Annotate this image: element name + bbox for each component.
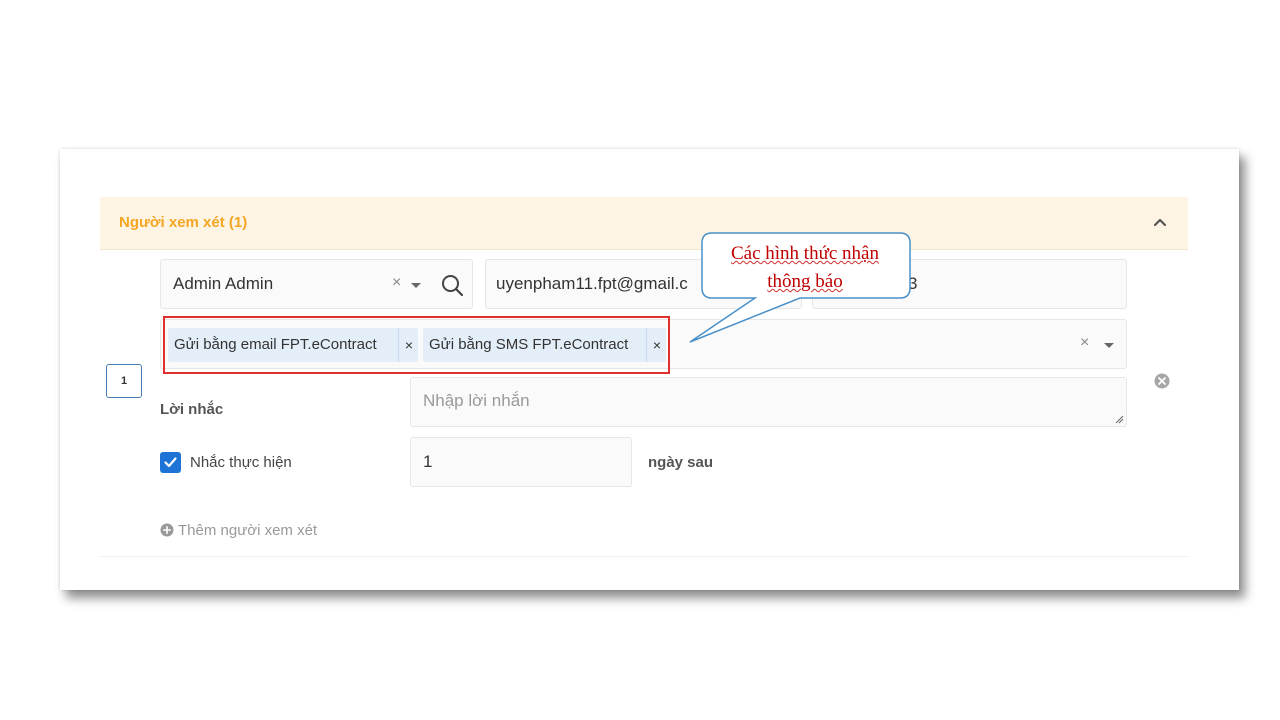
message-textarea[interactable]: Nhập lời nhắn	[410, 377, 1127, 427]
tag-sms-label: Gửi bằng SMS FPT.eContract	[429, 336, 629, 353]
reminder-checkbox[interactable]	[160, 452, 181, 473]
reminder-days-input[interactable]: 1	[410, 437, 632, 487]
add-reviewer-link[interactable]: Thêm người xem xét	[160, 522, 317, 539]
row-number: 1	[106, 364, 142, 398]
add-reviewer-label: Thêm người xem xét	[178, 522, 318, 539]
close-icon[interactable]: ×	[392, 274, 401, 292]
resize-handle-icon[interactable]	[1115, 415, 1124, 424]
plus-circle-icon	[160, 523, 174, 537]
search-icon[interactable]	[441, 274, 463, 296]
reminder-enable-label: Nhắc thực hiện	[190, 454, 292, 471]
caret-down-icon[interactable]	[411, 283, 421, 288]
message-placeholder: Nhập lời nhắn	[423, 391, 530, 410]
callout-text: Các hình thức nhận thông báo	[700, 240, 910, 296]
section-title: Người xem xét (1)	[119, 214, 248, 231]
divider	[100, 556, 1188, 557]
reviewer-name-value: Admin Admin	[173, 274, 274, 293]
days-suffix-label: ngày sau	[648, 454, 714, 471]
reviewer-email-value: uyenpham11.fpt@gmail.c	[496, 274, 688, 293]
section-header[interactable]: Người xem xét (1)	[100, 197, 1188, 250]
reminder-days-value: 1	[423, 452, 433, 471]
tag-sms: Gửi bằng SMS FPT.eContract ×	[423, 328, 666, 362]
callout-line-2: thông báo	[767, 271, 843, 292]
caret-down-icon[interactable]	[1104, 343, 1114, 348]
close-icon[interactable]: ×	[1080, 334, 1089, 352]
tag-sms-remove-icon[interactable]: ×	[646, 328, 667, 362]
tag-email-remove-icon[interactable]: ×	[398, 328, 419, 362]
reviewer-card: Người xem xét (1) Admin Admin × uyenpham…	[60, 149, 1239, 590]
callout-line-1: Các hình thức nhận	[730, 243, 879, 264]
tag-email: Gửi bằng email FPT.eContract ×	[168, 328, 418, 362]
check-icon	[164, 457, 177, 468]
notification-methods-select[interactable]: Gửi bằng email FPT.eContract × Gửi bằng …	[160, 319, 1127, 369]
tag-email-label: Gửi bằng email FPT.eContract	[174, 336, 377, 353]
reviewer-name-select[interactable]: Admin Admin ×	[160, 259, 473, 309]
close-circle-icon[interactable]	[1154, 373, 1170, 389]
message-label: Lời nhắc	[160, 401, 224, 418]
chevron-up-icon[interactable]	[1152, 214, 1168, 230]
